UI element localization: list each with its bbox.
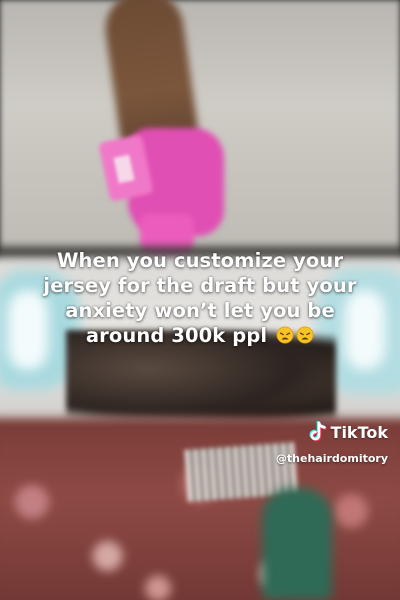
tiktok-watermark: TikTok @thehairdomitory — [258, 421, 388, 465]
caption-line-1: When you customize your — [56, 249, 344, 272]
weary-face-emoji-icon — [276, 326, 294, 344]
weary-face-emoji-icon — [296, 326, 314, 344]
video-frame: When you customize your jersey for the d… — [0, 0, 400, 600]
green-object-shape — [262, 488, 332, 600]
caption-line-4: around 300k ppl — [20, 323, 380, 348]
caption-line-3: anxiety won’t let you be — [65, 299, 335, 322]
caption-line-2: jersey for the draft but your — [43, 274, 357, 297]
tiktok-brand-text: TikTok — [330, 422, 388, 442]
video-caption: When you customize your jersey for the d… — [20, 248, 380, 348]
tiktok-note-icon — [309, 421, 327, 442]
caption-line-4-text: around 300k ppl — [85, 324, 268, 347]
creator-handle: @thehairdomitory — [275, 452, 388, 465]
tiktok-logo: TikTok — [308, 421, 388, 443]
